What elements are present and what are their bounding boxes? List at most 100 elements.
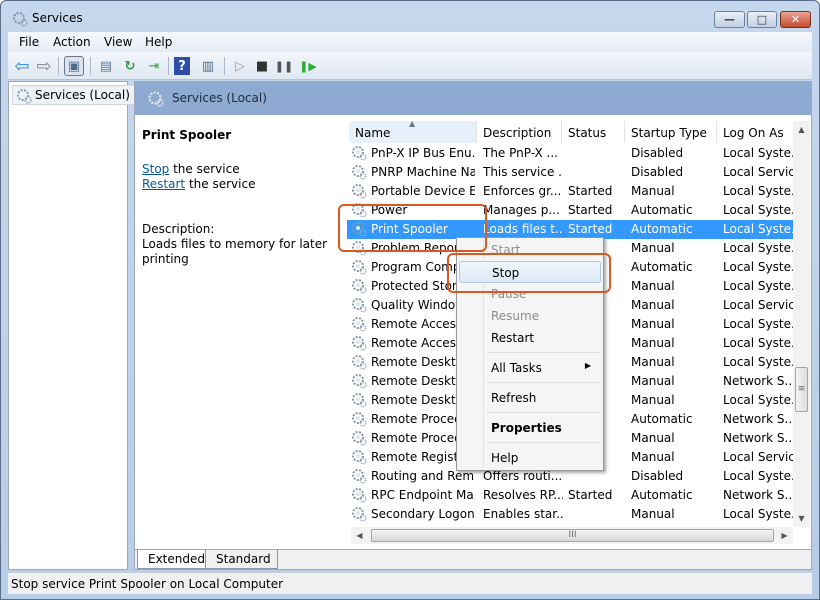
menu-view[interactable]: View [104, 35, 132, 49]
service-gear-icon [351, 316, 367, 332]
cell-startup-type: Automatic [631, 412, 693, 426]
console-tree: Services (Local) [8, 81, 135, 570]
services-gear-icon [17, 89, 32, 104]
help-icon[interactable]: ? [174, 57, 190, 75]
start-service-icon[interactable]: ▷ [230, 56, 250, 76]
table-row[interactable]: Secondary Logon Enables star... Manual Loca… [347, 505, 793, 524]
cell-description: Loads files t... [483, 222, 563, 236]
menu-file[interactable]: File [19, 35, 39, 49]
tab-extended[interactable]: Extended [137, 550, 212, 569]
cell-status: Started [568, 222, 613, 236]
description-text-line2: printing [142, 252, 189, 266]
stop-service-icon[interactable]: ■ [252, 56, 272, 76]
stop-service-link[interactable]: Stop [142, 162, 169, 176]
console-tree-icon[interactable]: ▣ [64, 56, 84, 76]
horizontal-scroll-thumb[interactable]: III [371, 529, 774, 542]
menu-item-properties[interactable]: Properties [459, 417, 601, 439]
cell-startup-type: Automatic [631, 222, 693, 236]
cell-description: Enables star... [483, 507, 563, 521]
title-bar[interactable]: Services — □ ✕ [1, 1, 819, 33]
description-label: Description: [142, 222, 215, 236]
cell-log-on-as: Local Syste... [723, 355, 793, 369]
menu-action[interactable]: Action [53, 35, 91, 49]
scroll-right-icon[interactable]: ▶ [776, 527, 793, 544]
menu-item-all-tasks[interactable]: All Tasks ▶ [459, 357, 601, 379]
horizontal-scrollbar[interactable]: ◀ III ▶ [351, 527, 793, 544]
column-header-status[interactable]: Status [562, 121, 625, 143]
action-pane-icon[interactable]: ▥ [198, 56, 218, 76]
services-gear-icon [148, 91, 164, 107]
maximize-button[interactable]: □ [747, 11, 777, 28]
cell-startup-type: Manual [631, 393, 675, 407]
description-text-line1: Loads files to memory for later [142, 237, 328, 251]
minimize-button[interactable]: — [714, 11, 745, 28]
table-row[interactable]: Portable Device E... Enforces gr... Starte… [347, 182, 793, 201]
properties-icon[interactable]: ▤ [96, 56, 116, 76]
menu-item-resume[interactable]: Resume [459, 305, 601, 327]
service-gear-icon [351, 354, 367, 370]
refresh-icon[interactable]: ↻ [120, 56, 140, 76]
cell-log-on-as: Local Syste... [723, 317, 793, 331]
column-header-description[interactable]: Description [477, 121, 562, 143]
toolbar: ⇦ ⇨ ▣ ▤ ↻ ⇥ ? ▥ ▷ ■ ❚❚ ❚▶ [8, 52, 812, 80]
scroll-down-icon[interactable]: ▼ [793, 510, 810, 527]
cell-startup-type: Disabled [631, 146, 684, 160]
cell-startup-type: Manual [631, 374, 675, 388]
scroll-up-icon[interactable]: ▲ [793, 121, 810, 138]
toolbar-separator [224, 57, 225, 75]
service-gear-icon [351, 145, 367, 161]
column-header-startup-type[interactable]: Startup Type [625, 121, 717, 143]
table-row[interactable]: PnP-X IP Bus Enu... The PnP-X ... Disabled… [347, 144, 793, 163]
cell-startup-type: Manual [631, 184, 675, 198]
toolbar-separator [90, 57, 91, 75]
vertical-scrollbar[interactable]: ▲ ≡ ▼ [793, 121, 810, 527]
forward-icon[interactable]: ⇨ [34, 56, 54, 77]
back-icon[interactable]: ⇦ [12, 56, 32, 77]
cell-startup-type: Manual [631, 279, 675, 293]
service-gear-icon [351, 449, 367, 465]
menu-item-help[interactable]: Help [459, 447, 601, 469]
cell-startup-type: Manual [631, 450, 675, 464]
tree-item-label: Services (Local) [35, 88, 130, 102]
cell-log-on-as: Network S... [723, 431, 793, 445]
cell-startup-type: Manual [631, 336, 675, 350]
highlight-stop-annotation [447, 253, 611, 293]
cell-description: This service ... [483, 165, 563, 179]
restart-service-icon[interactable]: ❚▶ [298, 56, 318, 76]
service-gear-icon [351, 164, 367, 180]
column-header-name[interactable]: ▲ Name [349, 119, 477, 143]
cell-description: Resolves RP... [483, 488, 563, 502]
cell-log-on-as: Local Syste... [723, 222, 793, 236]
service-gear-icon [351, 411, 367, 427]
service-gear-icon [351, 392, 367, 408]
menu-item-refresh[interactable]: Refresh [459, 387, 601, 409]
cell-description: The PnP-X ... [483, 146, 558, 160]
cell-name: PnP-X IP Bus Enu... [371, 146, 475, 160]
service-gear-icon [351, 468, 367, 484]
tab-standard[interactable]: Standard [205, 550, 278, 569]
restart-service-link[interactable]: Restart [142, 177, 185, 191]
menu-separator [487, 442, 601, 443]
restart-service-line: Restart the service [142, 177, 255, 191]
tree-item-services-local[interactable]: Services (Local) [12, 85, 135, 105]
cell-startup-type: Manual [631, 241, 675, 255]
vertical-scroll-thumb[interactable]: ≡ [795, 367, 808, 412]
scroll-left-icon[interactable]: ◀ [351, 527, 368, 544]
cell-status: Started [568, 488, 613, 502]
table-row[interactable]: RPC Endpoint Ma... Resolves RP... Started A… [347, 486, 793, 505]
cell-log-on-as: Local Service [723, 165, 793, 179]
table-row[interactable]: PNRP Machine Na... This service ... Disabl… [347, 163, 793, 182]
close-button[interactable]: ✕ [780, 11, 811, 28]
cell-description: Offers routi... [483, 469, 563, 483]
menu-help[interactable]: Help [145, 35, 172, 49]
export-list-icon[interactable]: ⇥ [144, 56, 164, 76]
column-header-log-on-as[interactable]: Log On As [717, 121, 793, 143]
sort-ascending-icon: ▲ [409, 119, 416, 128]
cell-log-on-as: Local Syste... [723, 184, 793, 198]
minimize-icon: — [724, 13, 735, 26]
service-gear-icon [351, 430, 367, 446]
cell-startup-type: Automatic [631, 260, 693, 274]
service-gear-icon [351, 278, 367, 294]
menu-item-restart[interactable]: Restart [459, 327, 601, 349]
pause-service-icon[interactable]: ❚❚ [274, 56, 294, 76]
